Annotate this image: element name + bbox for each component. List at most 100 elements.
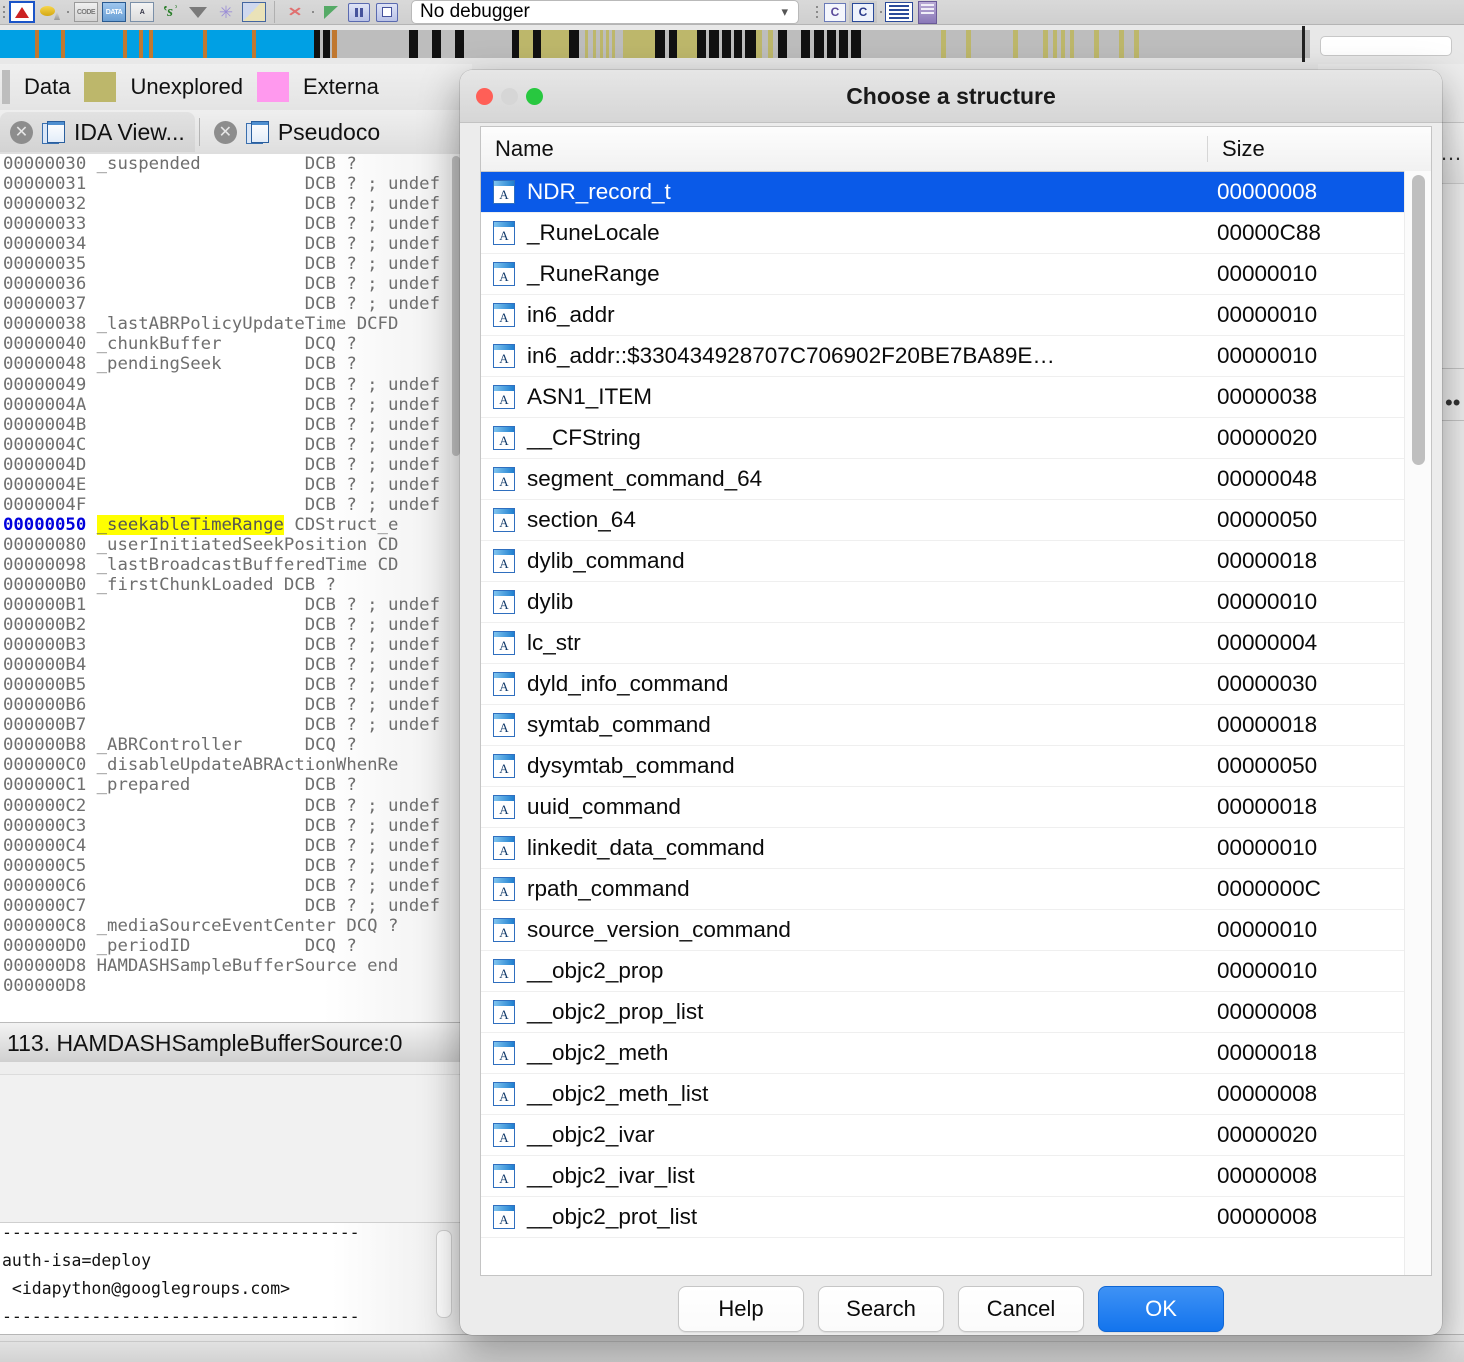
table-row[interactable]: in6_addr 00000010 bbox=[481, 295, 1431, 336]
ok-button[interactable]: OK bbox=[1098, 1286, 1224, 1332]
output-scrollbar[interactable] bbox=[436, 1230, 452, 1318]
disassembly-line[interactable]: 00000050 _seekableTimeRange CDStruct_e bbox=[0, 514, 462, 535]
list-scrollbar[interactable] bbox=[1404, 171, 1431, 1275]
table-row[interactable]: _RuneRange 00000010 bbox=[481, 254, 1431, 295]
string-function-icon[interactable]: ʽsʾ bbox=[156, 1, 184, 23]
column-header-name[interactable]: Name bbox=[481, 136, 1208, 162]
table-row[interactable]: __objc2_ivar 00000020 bbox=[481, 1115, 1431, 1156]
disassembly-line[interactable]: 000000B8 _ABRController DCQ ? bbox=[0, 735, 462, 755]
struct-icon[interactable]: A bbox=[128, 1, 156, 23]
disassembly-line[interactable]: 00000080 _userInitiatedSeekPosition CD bbox=[0, 535, 462, 555]
table-row[interactable]: _RuneLocale 00000C88 bbox=[481, 213, 1431, 254]
close-icon[interactable]: ✕ bbox=[213, 120, 237, 144]
disassembly-line[interactable]: 000000C4 DCB ? ; undef bbox=[0, 836, 462, 856]
disassembly-line[interactable]: 00000033 DCB ? ; undef bbox=[0, 214, 462, 234]
disassembly-line[interactable]: 000000C7 DCB ? ; undef bbox=[0, 896, 462, 916]
cancel-button[interactable]: Cancel bbox=[958, 1286, 1084, 1332]
table-row[interactable]: section_64 00000050 bbox=[481, 500, 1431, 541]
table-row[interactable]: __objc2_meth 00000018 bbox=[481, 1033, 1431, 1074]
table-row[interactable]: symtab_command 00000018 bbox=[481, 705, 1431, 746]
c-code-icon[interactable]: C bbox=[821, 1, 849, 23]
disassembly-line[interactable]: 00000049 DCB ? ; undef bbox=[0, 375, 462, 395]
tab-ida-view[interactable]: ✕ IDA View... bbox=[0, 112, 195, 152]
disassembly-line[interactable]: 000000D0 _periodID DCQ ? bbox=[0, 936, 462, 956]
table-row[interactable]: segment_command_64 00000048 bbox=[481, 459, 1431, 500]
image-icon[interactable] bbox=[240, 1, 268, 23]
disassembly-view[interactable]: 00000030 _suspended DCB ? 00000031 DCB ? … bbox=[0, 154, 462, 1022]
table-row[interactable]: linkedit_data_command 00000010 bbox=[481, 828, 1431, 869]
debugger-select[interactable]: No debugger ▾ bbox=[411, 0, 799, 24]
disassembly-line[interactable]: 000000B1 DCB ? ; undef bbox=[0, 595, 462, 615]
table-row[interactable]: __objc2_prot_list 00000008 bbox=[481, 1197, 1431, 1238]
disassembly-line[interactable]: 000000C6 DCB ? ; undef bbox=[0, 876, 462, 896]
disassembly-line[interactable]: 000000C2 DCB ? ; undef bbox=[0, 796, 462, 816]
snowflake-icon[interactable]: ✳ bbox=[212, 1, 240, 23]
table-row[interactable]: __objc2_prop_list 00000008 bbox=[481, 992, 1431, 1033]
column-header-size[interactable]: Size bbox=[1208, 136, 1431, 162]
toolbar-drag-handle-5[interactable] bbox=[877, 1, 885, 23]
table-row[interactable]: dylib 00000010 bbox=[481, 582, 1431, 623]
toolbar-drag-handle-4[interactable] bbox=[813, 1, 821, 23]
toolbar-drag-handle-2[interactable] bbox=[64, 1, 72, 23]
table-row[interactable]: ASN1_ITEM 00000038 bbox=[481, 377, 1431, 418]
table-row[interactable]: __objc2_prop 00000010 bbox=[481, 951, 1431, 992]
dialog-titlebar[interactable]: Choose a structure bbox=[460, 70, 1442, 123]
table-row[interactable]: in6_addr::$330434928707C706902F20BE7BA89… bbox=[481, 336, 1431, 377]
help-button[interactable]: Help bbox=[678, 1286, 804, 1332]
disassembly-line[interactable]: 000000C3 DCB ? ; undef bbox=[0, 816, 462, 836]
disassembly-line[interactable]: 0000004B DCB ? ; undef bbox=[0, 415, 462, 435]
disassembly-line[interactable]: 000000C5 DCB ? ; undef bbox=[0, 856, 462, 876]
list-view-icon[interactable] bbox=[885, 1, 913, 23]
green-flag-icon[interactable] bbox=[317, 1, 345, 23]
disassembly-line[interactable]: 00000038 _lastABRPolicyUpdateTime DCFD bbox=[0, 314, 462, 334]
disassembly-line[interactable]: 00000048 _pendingSeek DCB ? bbox=[0, 354, 462, 374]
dropdown-arrow-icon[interactable] bbox=[184, 1, 212, 23]
navigation-band[interactable] bbox=[0, 30, 1310, 58]
disassembly-line[interactable]: 000000B4 DCB ? ; undef bbox=[0, 655, 462, 675]
card-icon[interactable] bbox=[913, 0, 941, 24]
table-row[interactable]: dyld_info_command 00000030 bbox=[481, 664, 1431, 705]
disassembly-line[interactable]: 00000098 _lastBroadcastBufferedTime CD bbox=[0, 555, 462, 575]
disassembly-line[interactable]: 00000035 DCB ? ; undef bbox=[0, 254, 462, 274]
stop-icon[interactable] bbox=[373, 1, 401, 23]
ida-logo-icon[interactable] bbox=[8, 1, 36, 23]
disassembly-line[interactable]: 00000040 _chunkBuffer DCQ ? bbox=[0, 334, 462, 354]
table-row[interactable]: NDR_record_t 00000008 bbox=[481, 172, 1431, 213]
table-row[interactable]: dylib_command 00000018 bbox=[481, 541, 1431, 582]
tab-pseudocode[interactable]: ✕ Pseudoco bbox=[204, 112, 390, 152]
table-row[interactable]: source_version_command 00000010 bbox=[481, 910, 1431, 951]
disassembly-line[interactable]: 000000D8 HAMDASHSampleBufferSource end bbox=[0, 956, 462, 976]
disassembly-line[interactable]: 0000004A DCB ? ; undef bbox=[0, 395, 462, 415]
disassembly-line[interactable]: 0000004C DCB ? ; undef bbox=[0, 435, 462, 455]
disassembly-line[interactable]: 000000C0 _disableUpdateABRActionWhenRe bbox=[0, 755, 462, 775]
code-icon[interactable]: CODE bbox=[72, 1, 100, 23]
coin-icon[interactable] bbox=[36, 1, 64, 23]
disassembly-line[interactable]: 000000B3 DCB ? ; undef bbox=[0, 635, 462, 655]
disassembly-line[interactable]: 00000032 DCB ? ; undef bbox=[0, 194, 462, 214]
table-row[interactable]: lc_str 00000004 bbox=[481, 623, 1431, 664]
disassembly-line[interactable]: 00000037 DCB ? ; undef bbox=[0, 294, 462, 314]
table-row[interactable]: rpath_command 0000000C bbox=[481, 869, 1431, 910]
right-panel-handle[interactable]: •• bbox=[1445, 390, 1460, 416]
output-window[interactable]: ------------------------------------ auth… bbox=[0, 1222, 462, 1335]
search-button[interactable]: Search bbox=[818, 1286, 944, 1332]
pause-icon[interactable] bbox=[345, 1, 373, 23]
table-row[interactable]: __objc2_ivar_list 00000008 bbox=[481, 1156, 1431, 1197]
disassembly-line[interactable]: 0000004F DCB ? ; undef bbox=[0, 495, 462, 515]
data-icon[interactable]: DATA bbox=[100, 1, 128, 23]
disassembly-line[interactable]: 000000B2 DCB ? ; undef bbox=[0, 615, 462, 635]
disassembly-line[interactable]: 000000B5 DCB ? ; undef bbox=[0, 675, 462, 695]
structure-list[interactable]: Name Size NDR_record_t 00000008 _RuneLocal… bbox=[480, 126, 1432, 1276]
disassembly-line[interactable]: 000000C1 _prepared DCB ? bbox=[0, 775, 462, 795]
disassembly-line[interactable]: 000000B0 _firstChunkLoaded DCB ? bbox=[0, 575, 462, 595]
disassembly-line[interactable]: 000000B6 DCB ? ; undef bbox=[0, 695, 462, 715]
c-code-alt-icon[interactable]: C bbox=[849, 1, 877, 23]
disassembly-line[interactable]: 00000031 DCB ? ; undef bbox=[0, 174, 462, 194]
toolbar-drag-handle-3[interactable] bbox=[309, 1, 317, 23]
close-icon[interactable]: ✕ bbox=[10, 120, 33, 144]
x-mark-icon[interactable]: ✕ bbox=[281, 1, 309, 23]
disassembly-line[interactable]: 00000030 _suspended DCB ? bbox=[0, 154, 462, 174]
table-row[interactable]: dysymtab_command 00000050 bbox=[481, 746, 1431, 787]
overflow-ellipsis[interactable]: … bbox=[1440, 140, 1462, 166]
toolbar-drag-handle[interactable] bbox=[0, 1, 8, 23]
